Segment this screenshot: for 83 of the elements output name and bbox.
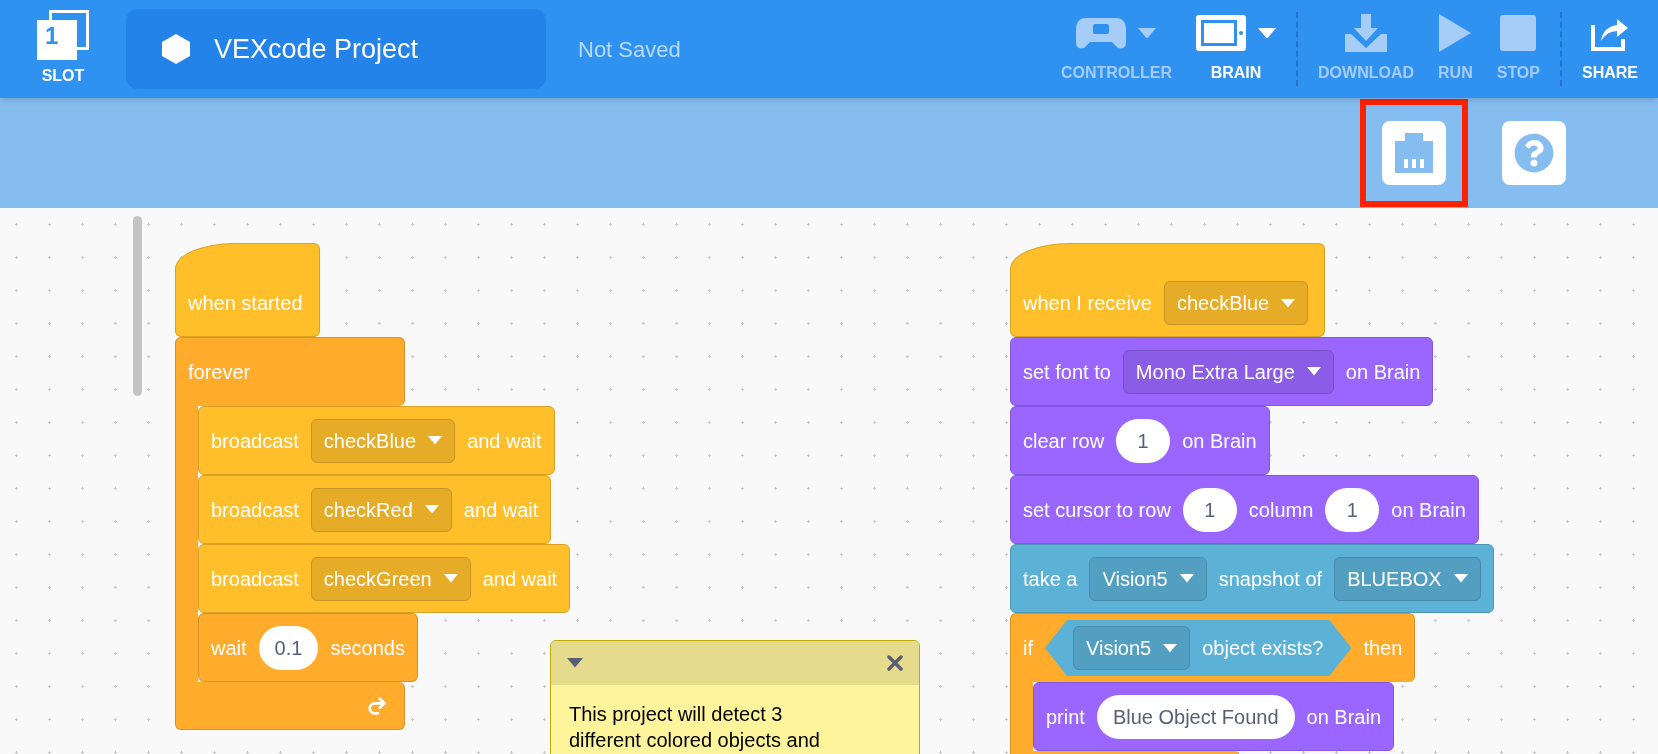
caret-icon <box>443 574 458 583</box>
loop-arrow-icon <box>366 694 388 717</box>
hexagon-icon <box>162 34 190 64</box>
block-text: broadcast <box>211 497 299 523</box>
input-field[interactable]: 1 <box>1182 487 1237 532</box>
save-status: Not Saved <box>578 35 681 64</box>
block-text: on Brain <box>1182 428 1257 454</box>
close-icon[interactable] <box>887 655 903 671</box>
toolbar-button[interactable]: BRAIN <box>1188 13 1285 85</box>
port-icon <box>1395 133 1433 173</box>
comment-text: This project will detect 3 different colored objects and <box>568 702 821 753</box>
download-icon <box>1345 14 1388 52</box>
block-text: snapshot of <box>1218 566 1323 592</box>
help-button[interactable] <box>1502 121 1566 185</box>
code-block[interactable]: take a Vision5 snapshot of BLUEBOX <box>1010 544 1494 613</box>
block-text: take a <box>1023 566 1078 592</box>
block-text: when started <box>188 291 303 316</box>
hat-block[interactable]: when I receive checkBlue <box>1010 243 1326 337</box>
block-text: object exists? <box>1202 636 1324 661</box>
code-block[interactable]: broadcast checkRed and wait <box>198 475 552 544</box>
input-field[interactable]: Blue Object Found <box>1096 694 1295 739</box>
project-name-field[interactable]: VEXcode Project <box>126 9 546 89</box>
block-text: forever <box>188 360 251 385</box>
dropdown-field[interactable]: Mono Extra Large <box>1122 349 1334 394</box>
help-icon <box>1514 133 1554 173</box>
code-block[interactable]: broadcast checkBlue and wait <box>198 406 555 475</box>
block-text: set font to <box>1023 359 1111 385</box>
slot-number: 1 <box>37 20 77 60</box>
dropdown-field[interactable]: Vision5 <box>1089 556 1207 601</box>
caret-icon <box>1306 367 1321 376</box>
dropdown-field[interactable]: checkBlue <box>1163 281 1309 325</box>
condition-block[interactable]: Vision5 object exists? <box>1045 620 1352 676</box>
code-block[interactable]: set cursor to row 1 column 1 on Brain <box>1010 475 1479 544</box>
block-text: and wait <box>467 428 542 454</box>
dropdown-field[interactable]: checkRed <box>310 487 452 532</box>
block-text: seconds <box>330 635 405 661</box>
block-text: on Brain <box>1306 704 1382 730</box>
block-text: and wait <box>463 497 539 523</box>
caret-icon <box>1179 574 1194 583</box>
block-text: on Brain <box>1345 359 1421 385</box>
toolbar-button[interactable]: SHARE <box>1574 13 1646 85</box>
block-text: when I receive <box>1023 291 1152 316</box>
dropdown-field[interactable]: Vision5 <box>1073 626 1191 670</box>
c-block-top[interactable]: if Vision5 object exists? then <box>1010 613 1416 682</box>
gamepad-icon <box>1076 16 1127 50</box>
block-text: print <box>1046 704 1085 730</box>
dropdown-field[interactable]: checkBlue <box>310 418 456 463</box>
caret-icon <box>1453 574 1468 583</box>
block-text: and wait <box>482 566 558 592</box>
caret-icon <box>1138 27 1157 39</box>
block-text: wait <box>211 635 247 661</box>
c-block-top[interactable]: forever <box>175 337 405 406</box>
code-block[interactable]: wait 0.1 seconds <box>198 613 418 682</box>
hat-block[interactable]: when started <box>175 243 320 337</box>
block-text: broadcast <box>211 566 299 592</box>
dropdown-field[interactable]: checkGreen <box>310 556 471 601</box>
caret-icon <box>1281 298 1296 308</box>
code-block[interactable]: clear row 1 on Brain <box>1010 406 1270 475</box>
block-text: column <box>1248 497 1314 523</box>
caret-icon <box>1258 27 1277 39</box>
block-text: broadcast <box>211 428 299 454</box>
block-text: if <box>1023 636 1033 661</box>
code-block[interactable]: print Blue Object Found on Brain <box>1033 682 1395 751</box>
block-text: on Brain <box>1391 497 1466 523</box>
slot-button[interactable]: 1 SLOT <box>0 10 126 88</box>
input-field[interactable]: 1 <box>1325 487 1380 532</box>
screen-icon <box>1196 15 1247 51</box>
caret-icon <box>428 436 443 445</box>
dropdown-field[interactable]: BLUEBOX <box>1334 556 1481 601</box>
block-text: then <box>1363 636 1403 661</box>
block-text: set cursor to row <box>1023 497 1171 523</box>
play-icon <box>1439 14 1472 52</box>
caret-icon <box>424 505 439 514</box>
devices-button[interactable] <box>1382 121 1446 185</box>
code-block[interactable]: set font to Mono Extra Large on Brain <box>1010 337 1434 406</box>
input-field[interactable]: 0.1 <box>258 625 319 670</box>
scrollbar[interactable] <box>133 216 142 396</box>
caret-icon <box>567 658 583 668</box>
block-text: clear row <box>1023 428 1105 454</box>
caret-icon <box>1163 643 1178 653</box>
stop-icon <box>1500 15 1537 51</box>
code-block[interactable]: broadcast checkGreen and wait <box>198 544 571 613</box>
input-field[interactable]: 1 <box>1116 418 1171 463</box>
